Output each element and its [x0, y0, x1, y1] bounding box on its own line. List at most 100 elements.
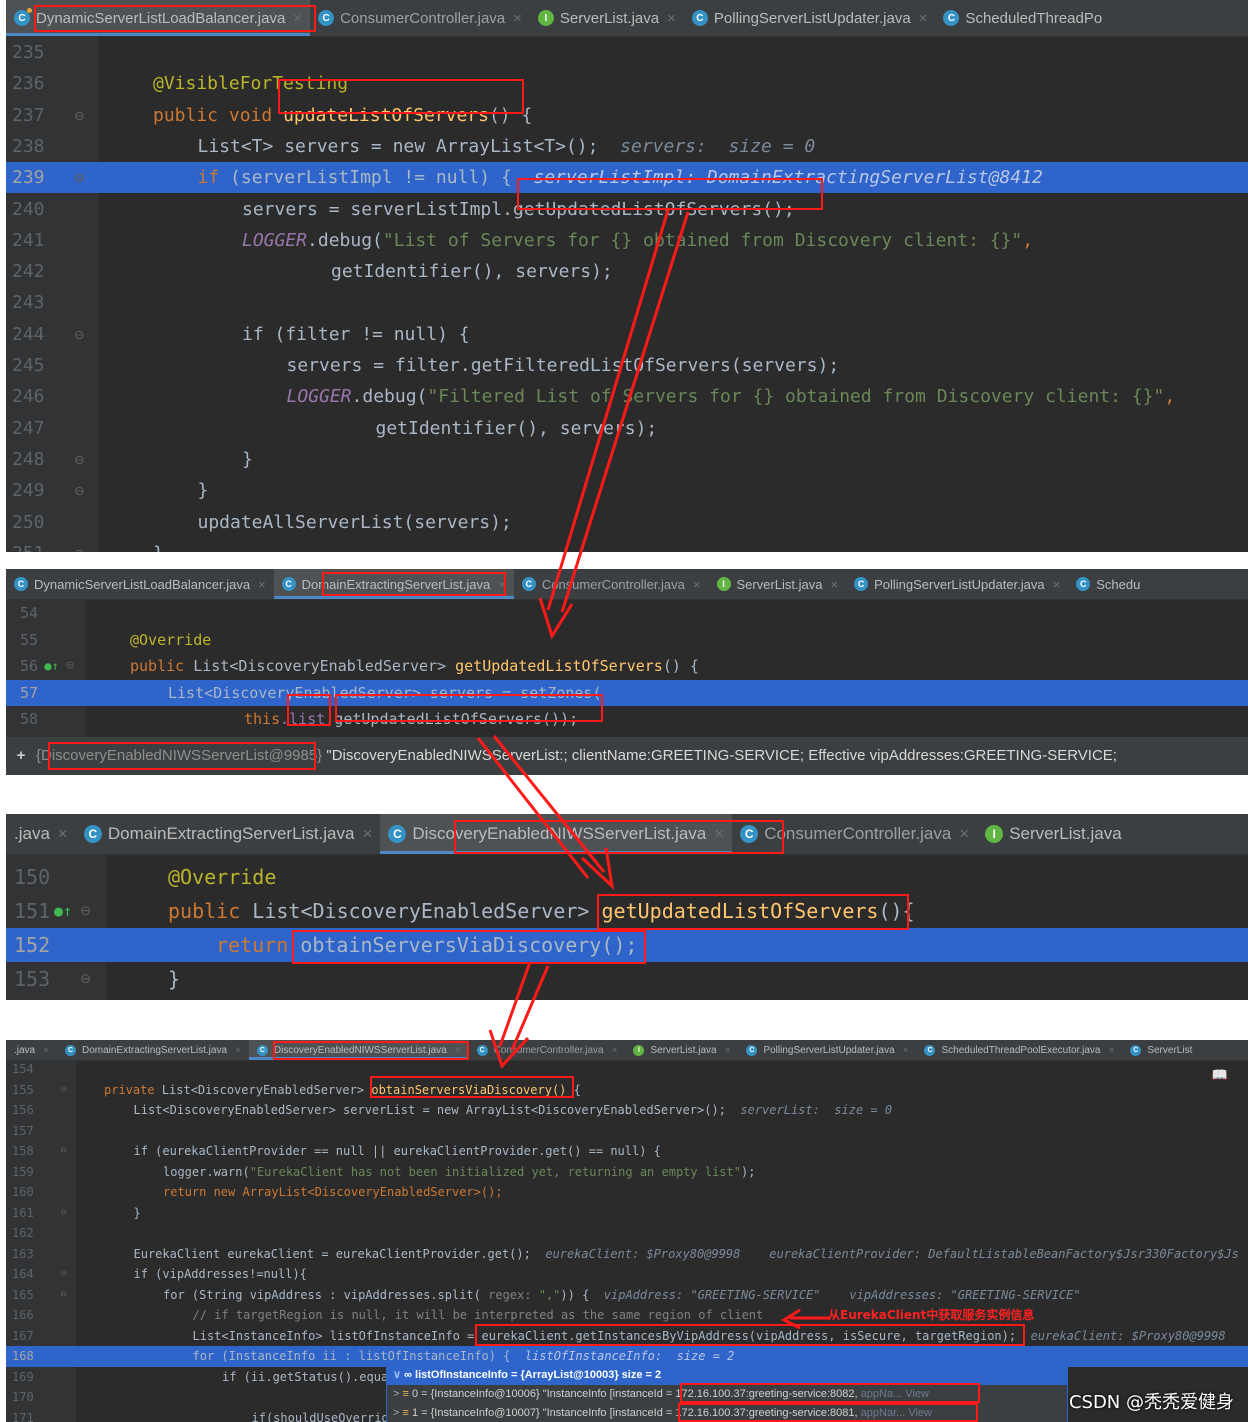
fold-marker-icon[interactable]: ⊖	[75, 444, 85, 475]
close-tab-icon[interactable]: ×	[43, 1045, 49, 1056]
override-marker-icon[interactable]: ●↑	[54, 894, 72, 928]
code-line[interactable]: 250 updateAllServerList(servers);	[6, 507, 1248, 538]
class-icon: C	[256, 1044, 268, 1056]
close-tab-icon[interactable]: ×	[693, 577, 701, 592]
close-tab-icon[interactable]: ×	[725, 1045, 731, 1056]
editor-tab[interactable]: C PollingServerListUpdater.java ×	[684, 0, 936, 36]
close-tab-icon[interactable]: ×	[919, 10, 928, 27]
code-line[interactable]: 55 @Override	[6, 627, 1248, 654]
editor-tab[interactable]: I ServerList.java ×	[709, 569, 847, 599]
code-line[interactable]: 56 ⊖ ●↑ public List<DiscoveryEnabledServer>…	[6, 653, 1248, 680]
editor-tab[interactable]: C ServerList	[1122, 1040, 1200, 1060]
code-line[interactable]: 54	[6, 600, 1248, 627]
code-line[interactable]: 247 getIdentifier(), servers);	[6, 413, 1248, 444]
code-line[interactable]: 162	[6, 1223, 1248, 1244]
code-line[interactable]: 236 @VisibleForTesting	[6, 68, 1248, 99]
editor-tab-label: ServerList.java	[736, 576, 823, 592]
fold-marker-icon[interactable]: ⊖	[81, 962, 91, 996]
fold-marker-icon[interactable]: ⊖	[81, 894, 91, 928]
editor-tab[interactable]: C Schedu	[1068, 569, 1148, 599]
editor-tab[interactable]: C DomainExtractingServerList.java ×	[57, 1040, 249, 1060]
editor-tab[interactable]: C DomainExtractingServerList.java ×	[76, 814, 381, 854]
code-line[interactable]: 248 ⊖}	[6, 444, 1248, 475]
code-line[interactable]: 158 ⊖ if (eurekaClientProvider == null || …	[6, 1141, 1248, 1162]
expand-plus-icon[interactable]: +	[6, 737, 36, 775]
close-tab-icon[interactable]: ×	[1053, 577, 1061, 592]
close-tab-icon[interactable]: ×	[612, 1045, 618, 1056]
close-tab-icon[interactable]: ×	[1108, 1045, 1114, 1056]
code-line[interactable]: 156 List<DiscoveryEnabledServer> serverLi…	[6, 1100, 1248, 1121]
reader-mode-icon[interactable]: 📖	[1212, 1068, 1228, 1083]
code-line[interactable]: 157	[6, 1121, 1248, 1142]
code-line[interactable]: 237 ⊖ public void updateListOfServers() {	[6, 100, 1248, 131]
editor-tab[interactable]: C PollingServerListUpdater.java ×	[738, 1040, 916, 1060]
code-line[interactable]: 160 return new ArrayList<DiscoveryEnabled…	[6, 1182, 1248, 1203]
code-line[interactable]: 241 LOGGER.debug("List of Servers for {} …	[6, 225, 1248, 256]
code-line[interactable]: 159 logger.warn("EurekaClient has not bee…	[6, 1162, 1248, 1183]
code-token: List<T> servers = new ArrayList<T>();	[197, 135, 599, 157]
close-tab-icon[interactable]: ×	[959, 824, 969, 844]
code-line[interactable]: 164 ⊖ if (vipAddresses!=null){	[6, 1264, 1248, 1285]
fold-marker-icon[interactable]: ⊖	[61, 1141, 67, 1162]
editor-tab-label: Schedu	[1096, 576, 1141, 592]
fold-marker-icon[interactable]: ⊖	[61, 1080, 67, 1101]
fold-marker-icon[interactable]: ⊖	[61, 1285, 67, 1306]
code-line[interactable]: 246 LOGGER.debug("Filtered List of Server…	[6, 381, 1248, 412]
fold-marker-icon[interactable]: ⊖	[75, 475, 85, 506]
code-line[interactable]: 168 for (InstanceInfo ii : listOfInstance…	[6, 1346, 1248, 1367]
class-icon: C	[924, 1044, 936, 1056]
fold-marker-icon[interactable]: ⊖	[75, 162, 85, 193]
editor-tab[interactable]: I ServerList.java ×	[530, 0, 684, 36]
code-line[interactable]: 165 ⊖ for (String vipAddress : vipAddresse…	[6, 1285, 1248, 1306]
override-marker-icon[interactable]: ●↑	[44, 653, 58, 680]
close-tab-icon[interactable]: ×	[830, 577, 838, 592]
fold-marker-icon[interactable]: ⊖	[75, 100, 85, 131]
code-token: servers: size = 0	[620, 135, 816, 157]
fold-marker-icon[interactable]: ⊖	[75, 319, 85, 350]
code-token: servers = serverListImpl.	[242, 198, 513, 220]
code-line[interactable]: 243	[6, 287, 1248, 318]
fold-marker-icon[interactable]: ⊖	[61, 1203, 67, 1224]
close-tab-icon[interactable]: ×	[58, 824, 68, 844]
close-tab-icon[interactable]: ×	[903, 1045, 909, 1056]
editor-tab[interactable]: C ConsumerController.java ×	[514, 569, 709, 599]
code-line[interactable]: 150 @Override	[6, 860, 1248, 894]
code-line[interactable]: 242 getIdentifier(), servers);	[6, 256, 1248, 287]
code-line[interactable]: 245 servers = filter.getFilteredListOfSer…	[6, 350, 1248, 381]
fold-marker-icon[interactable]: ⊖	[75, 538, 85, 552]
editor-tab[interactable]: C PollingServerListUpdater.java ×	[846, 569, 1068, 599]
editor-tab[interactable]: .java ×	[6, 814, 76, 854]
close-tab-icon[interactable]: ×	[667, 10, 676, 27]
fold-marker-icon[interactable]: ⊖	[61, 1264, 67, 1285]
code-line[interactable]: 249 ⊖}	[6, 475, 1248, 506]
code-line[interactable]: 161 ⊖}	[6, 1203, 1248, 1224]
editor-tab[interactable]: C ConsumerController.java ×	[310, 0, 530, 36]
editor-tab[interactable]: I ServerList.java ×	[625, 1040, 738, 1060]
close-tab-icon[interactable]: ×	[513, 10, 522, 27]
code-line[interactable]: 244 ⊖ if (filter != null) {	[6, 319, 1248, 350]
code-line[interactable]: 153 ⊖}	[6, 962, 1248, 996]
code-line[interactable]: 166 // if targetRegion is null, it will b…	[6, 1305, 1248, 1326]
editor-tab[interactable]: .java ×	[6, 1040, 57, 1060]
code-line[interactable]: 57 List<DiscoveryEnabledServer> servers =…	[6, 679, 1248, 706]
editor-tab[interactable]: C ScheduledThreadPoolExecutor.java ×	[916, 1040, 1122, 1060]
editor-tab[interactable]: C ScheduledThreadPo	[935, 0, 1110, 36]
editor-tab[interactable]: C DynamicServerListLoadBalancer.java ×	[6, 569, 274, 599]
code-line[interactable]: 155 ⊖ private List<DiscoveryEnabledServer>…	[6, 1080, 1248, 1101]
close-tab-icon[interactable]: ×	[258, 577, 266, 592]
code-line[interactable]: 154	[6, 1059, 1248, 1080]
code-text: }	[168, 962, 180, 996]
annotation-box	[680, 1383, 980, 1403]
fold-marker-icon[interactable]: ⊖	[66, 653, 74, 680]
code-line[interactable]: 238 List<T> servers = new ArrayList<T>();…	[6, 131, 1248, 162]
code-line[interactable]: 163 EurekaClient eurekaClient = eurekaCli…	[6, 1244, 1248, 1265]
code-line[interactable]: 58 this.list.getUpdatedListOfServers());	[6, 706, 1248, 733]
editor-tab-label: ScheduledThreadPo	[965, 9, 1103, 27]
editor-tab[interactable]: I ServerList.java	[977, 814, 1129, 854]
code-line[interactable]: 235	[6, 37, 1248, 68]
editor-tab[interactable]: C ConsumerController.java ×	[469, 1040, 626, 1060]
code-line[interactable]: 251⊖}	[6, 538, 1248, 552]
close-tab-icon[interactable]: ×	[235, 1045, 241, 1056]
close-tab-icon[interactable]: ×	[362, 824, 372, 844]
line-number: 249	[12, 480, 45, 502]
